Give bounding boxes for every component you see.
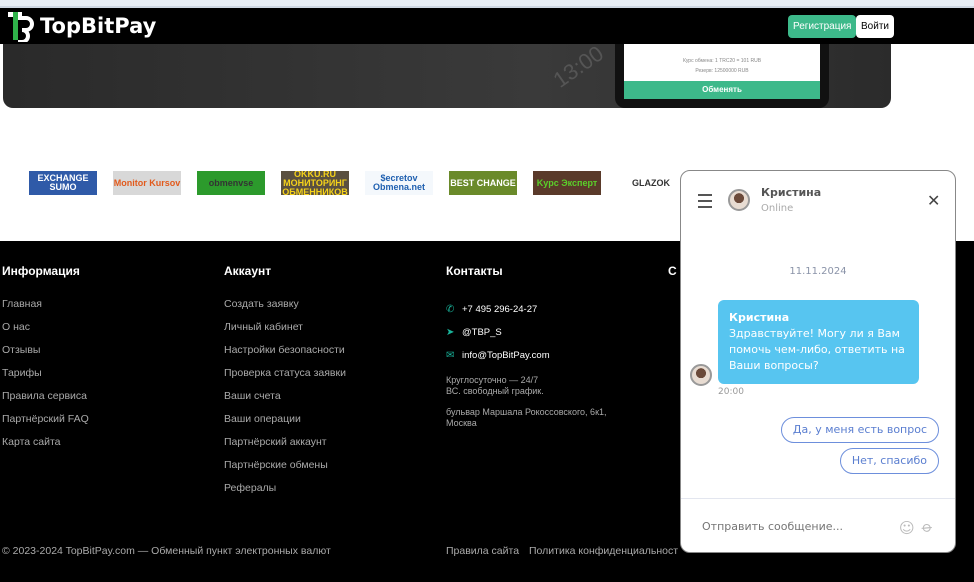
chat-widget: Кристина Online ✕ 11.11.2024 Кристина Здр… [680, 170, 956, 553]
footer-contacts-column: Контакты ✆ +7 495 296-24-27 ➤ @TBP_S ✉ info… [446, 264, 607, 429]
hero-banner: 13:00 Курс обмена: 1 TRC20 = 101 RUB Рез… [3, 44, 891, 108]
footer-heading: Контакты [446, 264, 503, 278]
exchange-button[interactable]: Обменять [624, 81, 820, 99]
divider [681, 498, 955, 499]
footer-link[interactable]: Отзывы [2, 344, 89, 367]
footer-link[interactable]: О нас [2, 321, 89, 344]
partner-logo[interactable]: $ecretov Obmena.net [365, 171, 433, 195]
login-button[interactable]: Войти [856, 15, 894, 38]
phone-text: +7 495 296-24-27 [462, 304, 538, 315]
menu-icon[interactable] [698, 194, 712, 212]
browser-top-strip [0, 0, 974, 8]
footer-link[interactable]: Проверка статуса заявки [224, 367, 346, 390]
chat-date: 11.11.2024 [789, 266, 847, 277]
address: бульвар Маршала Рокоссовского, 6к1, [446, 407, 607, 417]
reserve: Резерв: 12500000 RUB [695, 68, 749, 74]
close-icon[interactable]: ✕ [927, 191, 940, 210]
footer-heading: Информация [2, 264, 80, 278]
telegram-text: @TBP_S [462, 327, 502, 338]
logo[interactable]: TopBitPay [6, 10, 156, 42]
partner-logo[interactable]: obmenvse [197, 171, 265, 195]
footer-link[interactable]: Рефералы [224, 482, 346, 505]
partner-logo[interactable]: Kypc Эксперт [533, 171, 601, 195]
copyright: © 2023-2024 TopBitPay.com — Обменный пун… [2, 545, 331, 557]
partner-logo[interactable]: OKKU.RU МОНИТОРИНГ ОБМЕННИКОВ [281, 171, 349, 195]
mail-icon: ✉ [446, 350, 455, 361]
footer-social-column: С [668, 264, 677, 298]
partner-logo[interactable]: GLAZOK [617, 171, 685, 195]
attachment-icon[interactable]: ⌀ [918, 517, 936, 537]
phone-mockup: Курс обмена: 1 TRC20 = 101 RUB Резерв: 1… [615, 44, 829, 108]
agent-avatar [728, 189, 750, 211]
footer-link[interactable]: Главная [2, 298, 89, 321]
message-avatar [690, 364, 712, 386]
message-time: 20:00 [718, 387, 744, 397]
message-input[interactable] [701, 520, 881, 533]
footer-link[interactable]: Тарифы [2, 367, 89, 390]
logo-icon [8, 12, 34, 42]
footer-info-column: Информация Главная О нас Отзывы Тарифы Прави… [2, 264, 89, 459]
brand-name: TopBitPay [40, 14, 157, 38]
hours: ВС. свободный график. [446, 386, 544, 396]
phone-icon: ✆ [446, 304, 455, 315]
footer-link[interactable]: Личный кабинет [224, 321, 346, 344]
emoji-icon[interactable]: ☺ [899, 519, 915, 537]
telegram-icon: ➤ [446, 327, 455, 338]
email-text: info@TopBitPay.com [462, 350, 550, 361]
footer-link[interactable]: Создать заявку [224, 298, 346, 321]
agent-message: Кристина Здравствуйте! Могу ли я Вам помо… [718, 300, 919, 384]
quick-reply-yes[interactable]: Да, у меня есть вопрос [780, 417, 939, 443]
address: Москва [446, 418, 477, 428]
partner-logo[interactable]: Monitor Kursov [113, 171, 181, 195]
footer-link[interactable]: Карта сайта [2, 436, 89, 459]
footer-link[interactable]: Настройки безопасности [224, 344, 346, 367]
message-author: Кристина [729, 311, 790, 324]
exchange-rate: Курс обмена: 1 TRC20 = 101 RUB [682, 58, 762, 64]
footer-link[interactable]: Партнёрские обмены [224, 459, 346, 482]
hero-clock-text: 13:00 [548, 44, 608, 93]
quick-reply-no[interactable]: Нет, спасибо [839, 448, 939, 474]
footer-heading: С [668, 264, 677, 278]
contact-telegram[interactable]: ➤ @TBP_S [446, 321, 607, 344]
footer-account-column: Аккаунт Создать заявку Личный кабинет Наст… [224, 264, 346, 505]
privacy-link[interactable]: Политика конфиденциальност [529, 545, 678, 557]
rules-link[interactable]: Правила сайта [446, 545, 519, 557]
footer-link[interactable]: Ваши счета [224, 390, 346, 413]
message-text: Здравствуйте! Могу ли я Вам помочь чем-л… [729, 327, 905, 372]
footer-link[interactable]: Ваши операции [224, 413, 346, 436]
partner-logos: EXCHANGE SUMO Monitor Kursov obmenvse OKKU.… [29, 171, 685, 195]
footer-heading: Аккаунт [224, 264, 272, 278]
agent-name: Кристина [761, 186, 822, 199]
hours: Круглосуточно — 24/7 [446, 375, 539, 385]
footer-link[interactable]: Партнёрский FAQ [2, 413, 89, 436]
register-button[interactable]: Регистрация [788, 15, 857, 38]
partner-logo[interactable]: EXCHANGE SUMO [29, 171, 97, 195]
site-header: TopBitPay Регистрация Войти [0, 8, 974, 44]
agent-status: Online [761, 203, 794, 214]
contact-email[interactable]: ✉ info@TopBitPay.com [446, 344, 607, 367]
footer-link[interactable]: Правила сервиса [2, 390, 89, 413]
footer-link[interactable]: Партнёрский аккаунт [224, 436, 346, 459]
partner-logo[interactable]: BEST CHANGE [449, 171, 517, 195]
contact-phone[interactable]: ✆ +7 495 296-24-27 [446, 298, 607, 321]
